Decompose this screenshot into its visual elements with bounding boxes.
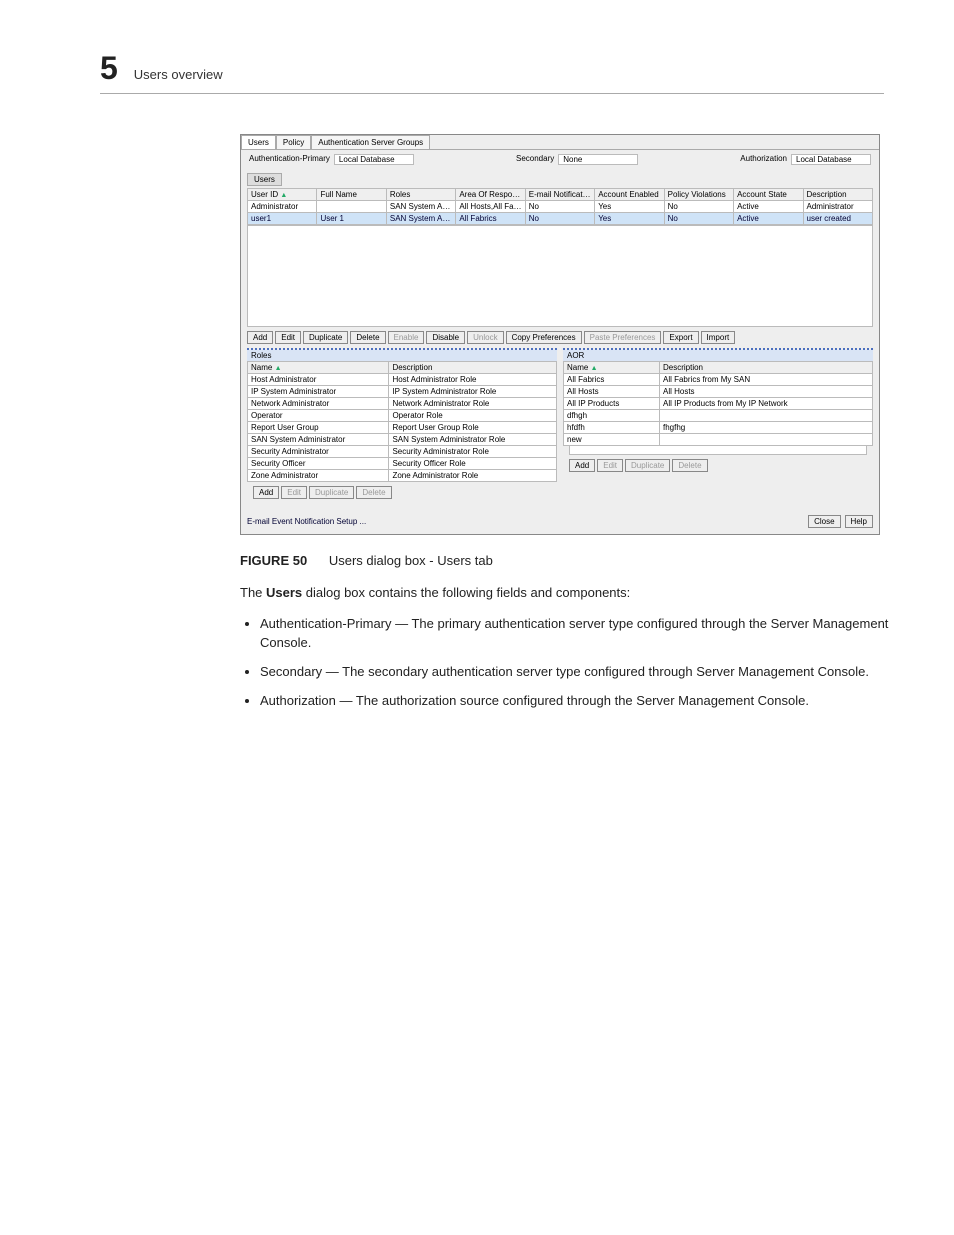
help-button[interactable]: Help	[845, 515, 873, 528]
sort-asc-icon: ▲	[275, 365, 282, 372]
roles-panel-title: Roles	[247, 350, 557, 361]
table-row[interactable]: OperatorOperator Role	[248, 410, 557, 422]
roles-button-row: AddEditDuplicateDelete	[247, 482, 557, 503]
tab-users[interactable]: Users	[241, 135, 276, 149]
table-row[interactable]: SAN System AdministratorSAN System Admin…	[248, 434, 557, 446]
sort-asc-icon: ▲	[280, 192, 287, 199]
aor-panel-title: AOR	[563, 350, 873, 361]
chapter-number: 5	[100, 50, 118, 87]
auth-row: Authentication-Primary Local Database Se…	[241, 150, 879, 169]
table-row[interactable]: AdministratorSAN System Adm...All Hosts,…	[248, 201, 873, 213]
duplicate-button[interactable]: Duplicate	[303, 331, 348, 344]
tab-auth-server-groups[interactable]: Authentication Server Groups	[311, 135, 430, 149]
table-row[interactable]: Security AdministratorSecurity Administr…	[248, 446, 557, 458]
list-item: Secondary — The secondary authentication…	[260, 663, 900, 682]
auth-primary-label: Authentication-Primary	[249, 154, 330, 165]
table-row[interactable]: Network AdministratorNetwork Administrat…	[248, 398, 557, 410]
paste-preferences-button: Paste Preferences	[584, 331, 662, 344]
chapter-title: Users overview	[134, 67, 223, 82]
table-row[interactable]: Zone AdministratorZone Administrator Rol…	[248, 470, 557, 482]
table-row[interactable]: new	[564, 434, 873, 446]
table-row[interactable]: Security OfficerSecurity Officer Role	[248, 458, 557, 470]
sort-asc-icon: ▲	[591, 365, 598, 372]
list-item: Authorization — The authorization source…	[260, 692, 900, 711]
auth-authorization-value: Local Database	[791, 154, 871, 165]
delete-button: Delete	[672, 459, 707, 472]
aor-table[interactable]: Name ▲ Description All FabricsAll Fabric…	[563, 361, 873, 446]
add-button[interactable]: Add	[569, 459, 595, 472]
users-dialog: Users Policy Authentication Server Group…	[240, 134, 880, 535]
copy-preferences-button[interactable]: Copy Preferences	[506, 331, 582, 344]
duplicate-button: Duplicate	[625, 459, 670, 472]
add-button[interactable]: Add	[247, 331, 273, 344]
close-button[interactable]: Close	[808, 515, 840, 528]
email-setup-link[interactable]: E-mail Event Notification Setup ...	[247, 517, 366, 526]
table-row[interactable]: user1User 1SAN System Adm...All FabricsN…	[248, 213, 873, 225]
table-row[interactable]: hfdfhfhgfhg	[564, 422, 873, 434]
figure-caption-text: Users dialog box - Users tab	[329, 553, 493, 568]
edit-button[interactable]: Edit	[275, 331, 301, 344]
enable-button: Enable	[388, 331, 425, 344]
edit-button: Edit	[597, 459, 623, 472]
page-header: 5 Users overview	[100, 50, 884, 94]
table-row[interactable]: All IP ProductsAll IP Products from My I…	[564, 398, 873, 410]
aor-panel: AOR Name ▲ Description All FabricsAll Fa…	[563, 348, 873, 503]
add-button[interactable]: Add	[253, 486, 279, 499]
figure-caption: FIGURE 50 Users dialog box - Users tab	[240, 553, 884, 568]
table-row[interactable]: Report User GroupReport User Group Role	[248, 422, 557, 434]
unlock-button: Unlock	[467, 331, 503, 344]
table-row[interactable]: dfhgh	[564, 410, 873, 422]
delete-button[interactable]: Delete	[350, 331, 385, 344]
roles-panel: Roles Name ▲ Description Host Administra…	[247, 348, 557, 503]
users-table[interactable]: User ID ▲ Full Name Roles Area Of Respon…	[247, 188, 873, 225]
edit-button: Edit	[281, 486, 307, 499]
dialog-tabs: Users Policy Authentication Server Group…	[241, 135, 879, 150]
dialog-footer: E-mail Event Notification Setup ... Clos…	[241, 509, 879, 534]
disable-button[interactable]: Disable	[426, 331, 465, 344]
auth-primary-value: Local Database	[334, 154, 414, 165]
auth-secondary-value: None	[558, 154, 638, 165]
intro-paragraph: The Users dialog box contains the follow…	[240, 584, 880, 602]
table-row[interactable]: Host AdministratorHost Administrator Rol…	[248, 374, 557, 386]
auth-authorization-label: Authorization	[740, 154, 787, 165]
roles-table[interactable]: Name ▲ Description Host AdministratorHos…	[247, 361, 557, 482]
table-row[interactable]: IP System AdministratorIP System Adminis…	[248, 386, 557, 398]
users-table-header: User ID ▲ Full Name Roles Area Of Respon…	[248, 189, 873, 201]
duplicate-button: Duplicate	[309, 486, 354, 499]
table-row[interactable]: All HostsAll Hosts	[564, 386, 873, 398]
bullet-list: Authentication-Primary — The primary aut…	[240, 615, 900, 710]
tab-policy[interactable]: Policy	[276, 135, 311, 149]
table-row[interactable]: All FabricsAll Fabrics from My SAN	[564, 374, 873, 386]
export-button[interactable]: Export	[663, 331, 698, 344]
delete-button: Delete	[356, 486, 391, 499]
aor-button-row: AddEditDuplicateDelete	[563, 455, 873, 476]
figure-label: FIGURE 50	[240, 553, 307, 568]
users-section-label: Users	[247, 173, 282, 186]
users-button-row: AddEditDuplicateDeleteEnableDisableUnloc…	[241, 327, 879, 348]
users-table-empty-area	[247, 225, 873, 327]
list-item: Authentication-Primary — The primary aut…	[260, 615, 900, 653]
auth-secondary-label: Secondary	[516, 154, 554, 165]
import-button[interactable]: Import	[701, 331, 736, 344]
